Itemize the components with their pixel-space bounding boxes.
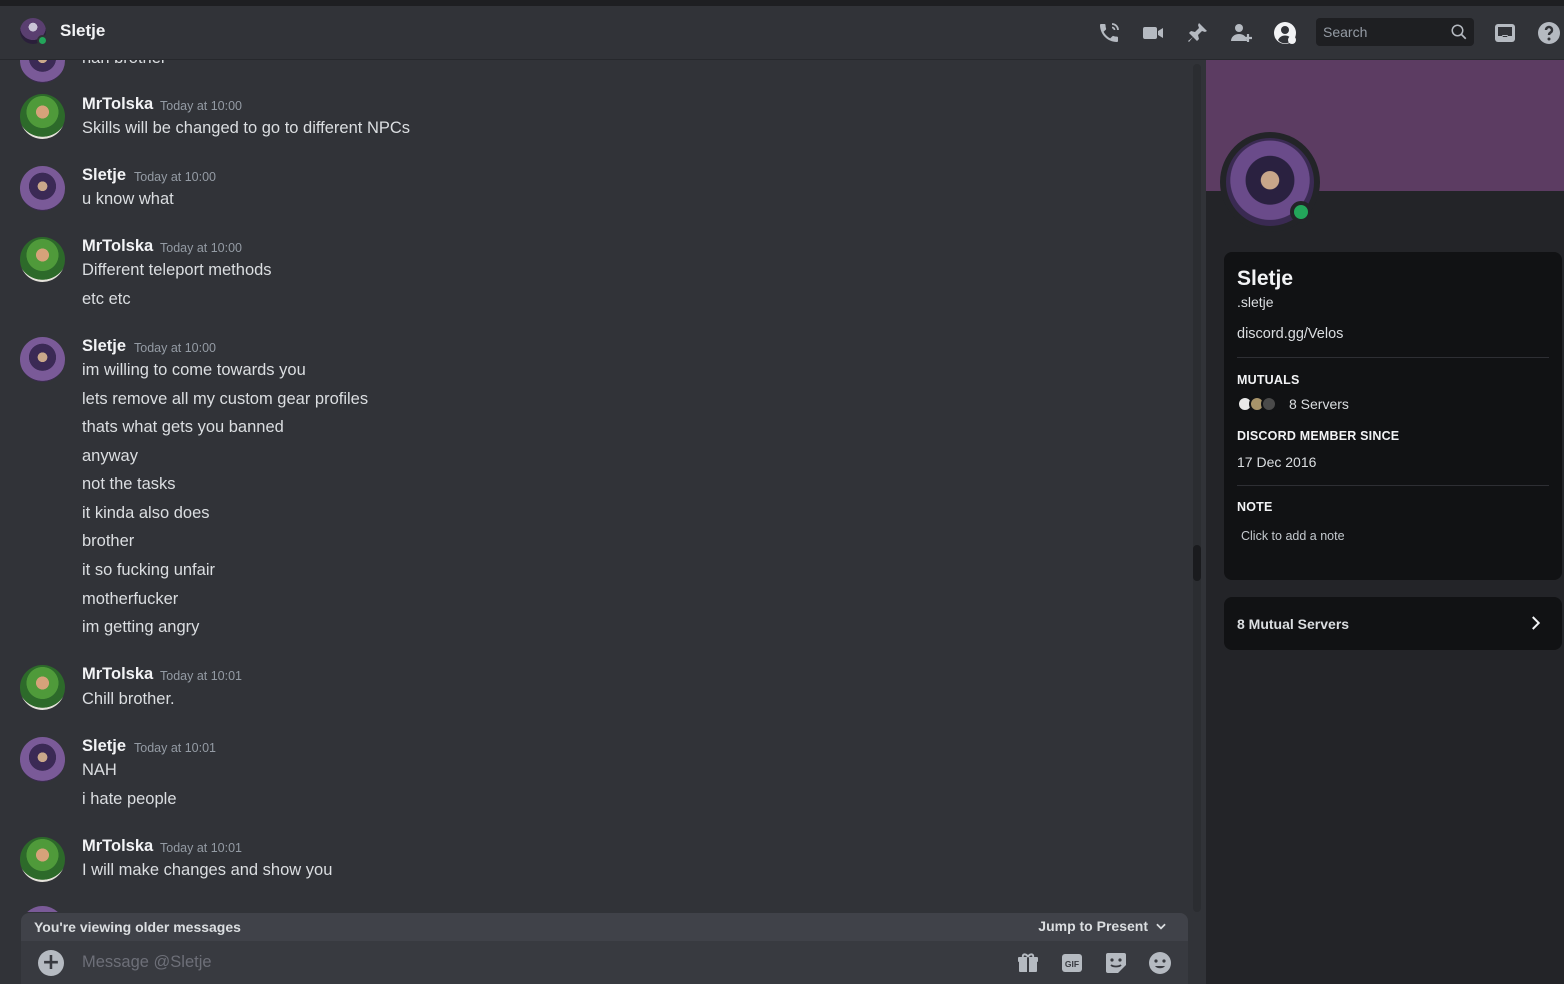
- search-icon: [1450, 23, 1468, 44]
- message-line: it kinda also does: [82, 504, 210, 522]
- jump-to-present-label: Jump to Present: [1038, 918, 1148, 934]
- mutual-servers-button[interactable]: 8 Mutual Servers: [1224, 597, 1562, 650]
- message-timestamp: Today at 10:01: [160, 669, 243, 683]
- message-timestamp: Today at 10:00: [160, 241, 243, 255]
- message-line: Chill brother.: [82, 690, 175, 708]
- message-line: u know what: [82, 190, 174, 208]
- chevron-right-icon: [1532, 616, 1541, 630]
- gif-label: GIF: [1065, 959, 1079, 969]
- message-line: nah brother: [82, 60, 166, 68]
- message-line: motherfucker: [82, 590, 179, 608]
- message-author[interactable]: MrTolska: [82, 837, 153, 856]
- message-line: thats what gets you banned: [82, 418, 284, 436]
- message-author[interactable]: MrTolska: [82, 95, 153, 114]
- message-line: I will make changes and show you: [82, 861, 333, 879]
- pin-icon[interactable]: [1184, 20, 1210, 46]
- message-timestamp: Today at 10:01: [134, 741, 217, 755]
- user-profile-panel: Sletje .sletje discord.gg/Velos MUTUALS …: [1206, 60, 1564, 984]
- message-author[interactable]: Sletje: [82, 737, 126, 756]
- mutual-server-icons[interactable]: [1237, 396, 1277, 412]
- message-line: anyway: [82, 447, 138, 465]
- gift-icon[interactable]: [1016, 951, 1040, 975]
- dm-title[interactable]: Sletje: [60, 21, 105, 41]
- message-author[interactable]: MrTolska: [82, 237, 153, 256]
- avatar[interactable]: [20, 665, 65, 710]
- avatar[interactable]: [20, 737, 65, 782]
- message-author[interactable]: Sletje: [82, 166, 126, 185]
- mutual-servers-count[interactable]: 8 Servers: [1289, 396, 1349, 412]
- profile-display-name: Sletje: [1237, 267, 1294, 290]
- message-timestamp: Today at 10:01: [160, 841, 243, 855]
- message-author[interactable]: MrTolska: [82, 665, 153, 684]
- message-line: NAH: [82, 761, 117, 779]
- online-status-icon: [1290, 201, 1312, 223]
- avatar[interactable]: [20, 337, 65, 382]
- add-attachment-button[interactable]: +: [38, 950, 64, 976]
- profile-username[interactable]: .sletje: [1237, 294, 1274, 310]
- note-input[interactable]: Click to add a note: [1241, 529, 1345, 543]
- avatar[interactable]: [20, 906, 65, 912]
- add-friend-icon[interactable]: [1228, 20, 1254, 46]
- message-timestamp: Today at 10:00: [160, 99, 243, 113]
- message-line: etc etc: [82, 290, 131, 308]
- avatar[interactable]: [20, 237, 65, 282]
- message-line: im getting angry: [82, 618, 200, 636]
- server-icon: [1261, 396, 1277, 412]
- message-line: not the tasks: [82, 475, 176, 493]
- emoji-icon[interactable]: [1148, 951, 1172, 975]
- avatar[interactable]: [20, 166, 65, 211]
- member-since-date: 17 Dec 2016: [1237, 454, 1317, 470]
- avatar[interactable]: [20, 94, 65, 139]
- message-line: Skills will be changed to go to differen…: [82, 119, 411, 137]
- plus-icon: +: [41, 950, 61, 975]
- message-input[interactable]: Message @Sletje: [82, 953, 212, 972]
- profile-card: Sletje .sletje discord.gg/Velos MUTUALS …: [1224, 252, 1562, 580]
- mutual-servers-label: 8 Mutual Servers: [1237, 615, 1350, 632]
- channel-header: Sletje Search: [0, 6, 1564, 60]
- sticker-icon[interactable]: [1104, 951, 1128, 975]
- message-line: lets remove all my custom gear profiles: [82, 390, 369, 408]
- video-call-icon[interactable]: [1140, 20, 1166, 46]
- phone-call-icon[interactable]: [1096, 20, 1122, 46]
- help-icon[interactable]: [1536, 20, 1562, 46]
- chevron-down-icon: [1156, 923, 1166, 930]
- message-line: brother: [82, 532, 135, 550]
- user-profile-icon[interactable]: [1272, 20, 1298, 46]
- avatar[interactable]: [20, 837, 65, 882]
- note-heading: NOTE: [1237, 500, 1273, 514]
- divider: [1237, 485, 1549, 486]
- jump-to-present-button[interactable]: Jump to Present: [1038, 918, 1168, 934]
- online-status-icon: [37, 35, 48, 46]
- scrollbar-track[interactable]: [1193, 64, 1201, 912]
- scrollbar-thumb[interactable]: [1193, 545, 1201, 581]
- older-messages-text: You're viewing older messages: [34, 919, 241, 935]
- mutuals-heading: MUTUALS: [1237, 373, 1300, 387]
- profile-bio[interactable]: discord.gg/Velos: [1237, 326, 1343, 342]
- gif-button[interactable]: GIF: [1060, 951, 1084, 975]
- message-line: i hate people: [82, 790, 177, 808]
- message-author[interactable]: Sletje: [82, 337, 126, 356]
- message-timestamp: Today at 10:00: [134, 170, 217, 184]
- message-line: im willing to come towards you: [82, 361, 306, 379]
- search-input[interactable]: Search: [1316, 18, 1474, 46]
- message-timestamp: Today at 10:00: [134, 341, 217, 355]
- member-since-heading: DISCORD MEMBER SINCE: [1237, 429, 1400, 443]
- message-composer: + Message @Sletje GIF: [21, 941, 1188, 984]
- divider: [1237, 357, 1549, 358]
- message-line: it so fucking unfair: [82, 561, 215, 579]
- avatar[interactable]: [20, 60, 65, 83]
- search-placeholder: Search: [1323, 24, 1368, 40]
- inbox-icon[interactable]: [1492, 20, 1518, 46]
- older-messages-bar: You're viewing older messages Jump to Pr…: [21, 913, 1188, 941]
- message-line: Different teleport methods: [82, 261, 272, 279]
- message-list[interactable]: nah brother MrTolska Today at 10:00 Skil…: [0, 60, 1192, 912]
